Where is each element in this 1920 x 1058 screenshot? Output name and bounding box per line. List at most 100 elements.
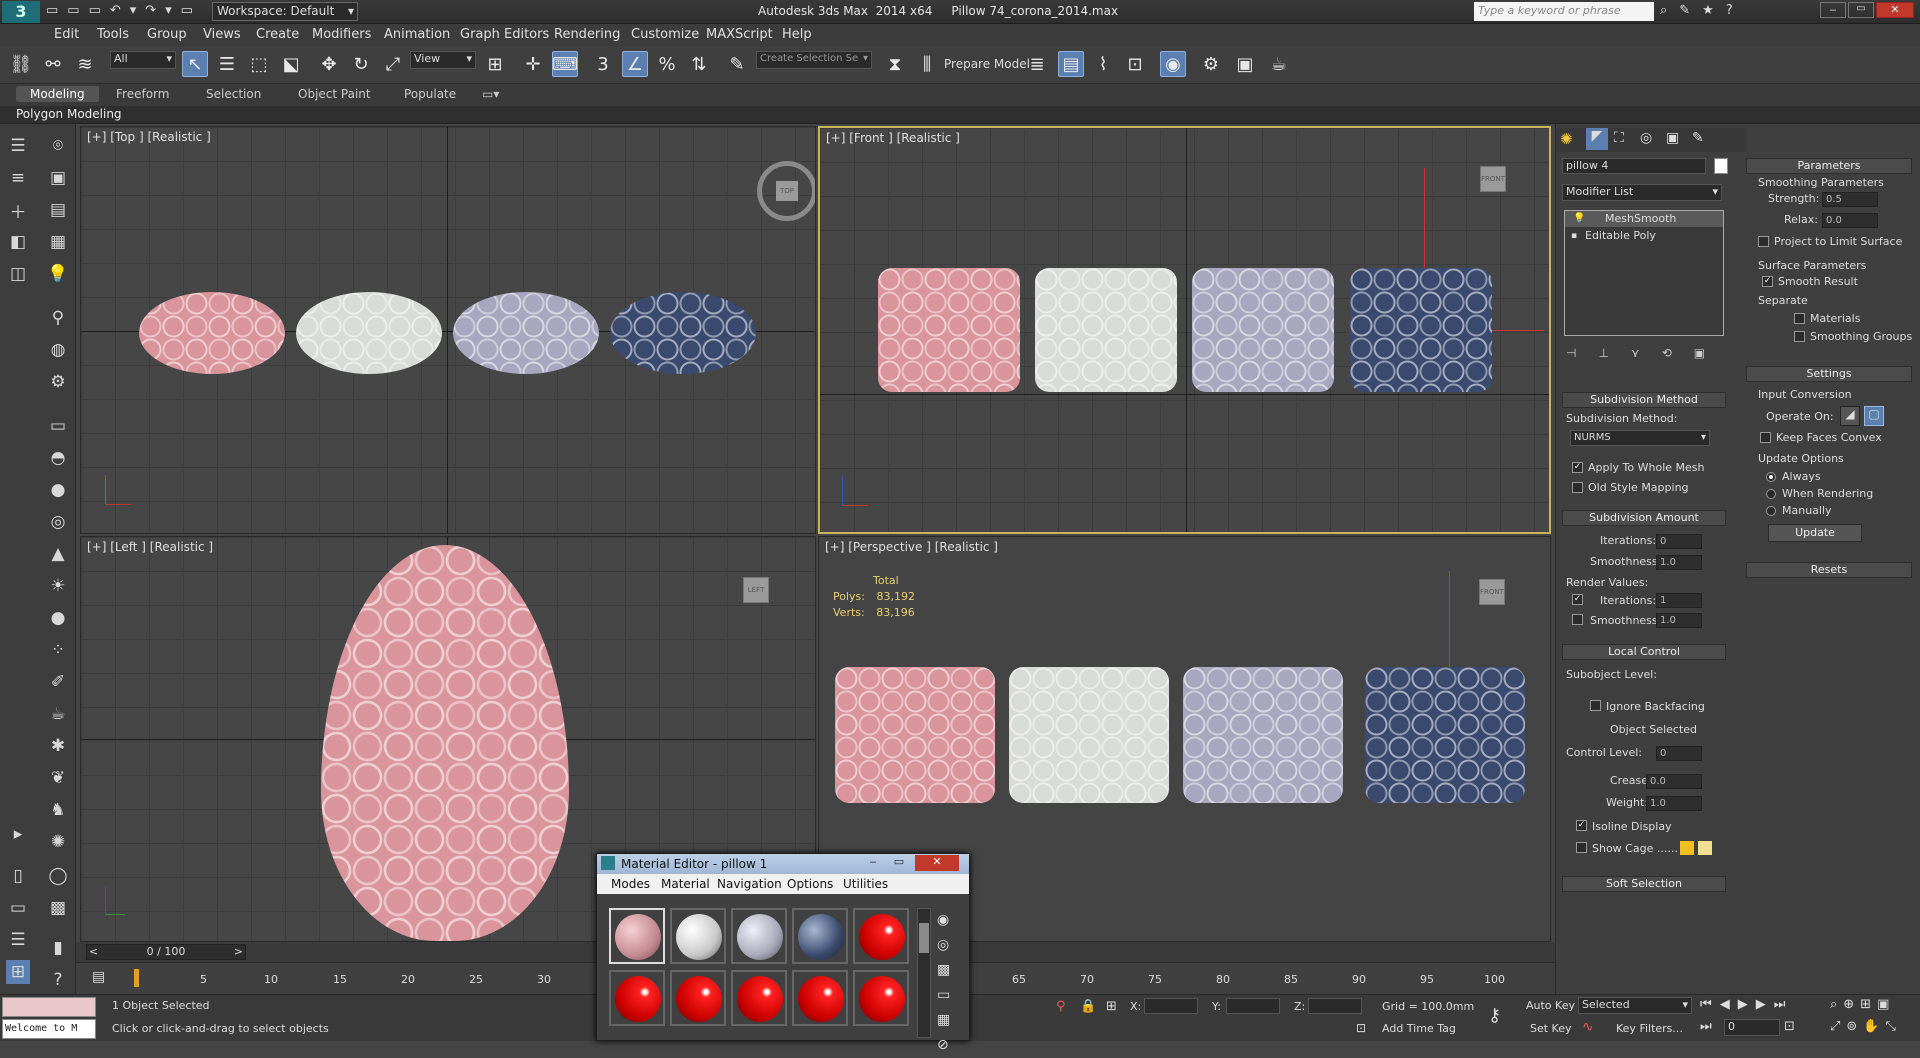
film-icon[interactable]: ⚲ xyxy=(46,306,70,330)
smoothness-spinner[interactable]: 1.0 xyxy=(1656,555,1702,570)
lightbulb-icon[interactable]: 💡 xyxy=(1573,211,1585,227)
schematic-view-icon[interactable]: ⊡ xyxy=(1122,51,1148,77)
viewport-front[interactable]: [+] [Front ] [Realistic ] FRONT xyxy=(818,126,1551,534)
display-tab-icon[interactable]: ▣ xyxy=(1666,130,1679,146)
image-icon[interactable]: ▣ xyxy=(46,166,70,190)
layout-three-icon[interactable]: ☰ xyxy=(6,928,30,952)
spinner-snap-icon[interactable]: ⇅ xyxy=(686,51,712,77)
unlink-icon[interactable]: ⚯ xyxy=(40,51,66,77)
maximize-button[interactable]: ▭ xyxy=(1848,2,1874,18)
tab-selection[interactable]: Selection xyxy=(206,87,261,101)
light-bulb-icon[interactable]: 💡 xyxy=(46,262,70,286)
viewport-left-label[interactable]: [+] [Left ] [Realistic ] xyxy=(87,540,213,554)
curve-editor-mini-icon[interactable]: ▤ xyxy=(92,969,105,985)
bind-spacewarp-icon[interactable]: ≋ xyxy=(72,51,98,77)
pillow-1-top[interactable] xyxy=(139,292,285,374)
pillow-2-persp[interactable] xyxy=(1009,667,1169,803)
render-smoothness-checkbox[interactable] xyxy=(1572,614,1583,625)
material-slot-1[interactable] xyxy=(609,908,665,964)
mirror-icon[interactable]: ⧗ xyxy=(882,51,908,77)
pillow-2-front[interactable] xyxy=(1035,268,1177,392)
object-name-field[interactable]: pillow 4 xyxy=(1562,158,1706,174)
stack-icon[interactable]: ◫ xyxy=(6,262,30,286)
viewport-navigation-icons-2[interactable]: ⤢⊚✋⤡ xyxy=(1830,1019,1902,1034)
lock-icon[interactable]: 🔒 xyxy=(1080,999,1096,1014)
apply-whole-mesh-checkbox[interactable]: ✓ xyxy=(1572,462,1583,473)
teapot-icon[interactable]: ☕ xyxy=(46,702,70,726)
layout-four-icon[interactable]: ⊞ xyxy=(6,960,30,984)
set-key-curve-icon[interactable]: ∿ xyxy=(1582,1019,1594,1035)
strength-spinner[interactable]: 0.5 xyxy=(1822,192,1878,207)
maxscript-mini-listener[interactable]: Welcome to M xyxy=(2,1019,96,1039)
material-slots-scrollbar[interactable] xyxy=(917,908,931,1038)
menu-modes[interactable]: Modes xyxy=(611,877,650,891)
material-editor-titlebar[interactable]: Material Editor - pillow 1 ‒ ▭ ✕ xyxy=(597,854,969,874)
select-layer-icon[interactable]: ◧ xyxy=(6,230,30,254)
tab-object-paint[interactable]: Object Paint xyxy=(298,87,371,101)
y-coordinate-field[interactable] xyxy=(1226,998,1280,1014)
select-object-icon[interactable]: ↖ xyxy=(182,51,208,77)
cage-color-1-swatch[interactable] xyxy=(1680,841,1694,855)
expand-arrow-icon[interactable]: ▸ xyxy=(6,822,30,846)
viewport-top[interactable]: [+] [Top ] [Realistic ] TOP xyxy=(80,126,816,534)
material-slot-3[interactable] xyxy=(731,908,787,964)
project-limit-checkbox[interactable] xyxy=(1758,236,1769,247)
stack-tools-icons[interactable]: ⊣⊥⋎⟲▣ xyxy=(1566,346,1727,360)
viewcube-top[interactable]: TOP xyxy=(757,161,815,221)
close-button[interactable]: ✕ xyxy=(915,855,959,871)
grid-icon[interactable]: ▦ xyxy=(46,230,70,254)
layers-icon[interactable]: ☰ xyxy=(6,134,30,158)
rectangular-selection-icon[interactable]: ⬚ xyxy=(246,51,272,77)
materials-checkbox[interactable] xyxy=(1794,313,1805,324)
key-icon[interactable]: ⚷ xyxy=(1488,1005,1501,1026)
selection-filter-dropdown[interactable]: All ▾ xyxy=(110,51,176,69)
viewport-front-label[interactable]: [+] [Front ] [Realistic ] xyxy=(826,131,960,145)
snaps-toggle-icon[interactable]: 3 xyxy=(590,51,616,77)
control-level-spinner[interactable]: 0 xyxy=(1656,746,1702,761)
menu-create[interactable]: Create xyxy=(256,27,299,42)
align-icon[interactable]: ⫼ xyxy=(914,51,940,77)
motion-tab-icon[interactable]: ◎ xyxy=(1640,130,1652,146)
render-iterations-checkbox[interactable]: ✓ xyxy=(1572,594,1583,605)
material-slot-9[interactable] xyxy=(792,970,848,1026)
material-slot-6[interactable] xyxy=(609,970,665,1026)
rotate-icon[interactable]: ↻ xyxy=(348,51,374,77)
material-editor-icon[interactable]: ◉ xyxy=(1160,51,1186,77)
device-icon[interactable]: ▮ xyxy=(46,936,70,960)
crease-spinner[interactable]: 0.0 xyxy=(1646,774,1702,789)
material-editor-window[interactable]: Material Editor - pillow 1 ‒ ▭ ✕ Modes M… xyxy=(596,853,970,1053)
key-mode-dropdown[interactable]: Selected ▾ xyxy=(1578,997,1692,1014)
layout-two-icon[interactable]: ▭ xyxy=(6,896,30,920)
isolate-icon[interactable]: ⚲ xyxy=(1056,999,1066,1014)
operate-polygon-icon[interactable]: ▢ xyxy=(1864,406,1884,426)
stack-item-editable-poly[interactable]: ▪ Editable Poly xyxy=(1565,228,1723,244)
viewcube-front[interactable]: FRONT xyxy=(1480,166,1506,192)
update-button[interactable]: Update xyxy=(1768,524,1862,542)
cage-color-2-swatch[interactable] xyxy=(1698,841,1712,855)
keep-faces-convex-checkbox[interactable] xyxy=(1760,432,1771,443)
modifier-list-dropdown[interactable]: Modifier List ▾ xyxy=(1562,184,1722,201)
material-slot-5[interactable] xyxy=(853,908,909,964)
subdivision-method-dropdown[interactable]: NURMS ▾ xyxy=(1570,430,1710,446)
time-config-icon[interactable]: ⊡ xyxy=(1784,1019,1795,1034)
viewcube-perspective[interactable]: FRONT xyxy=(1479,579,1505,605)
key-mode-toggle-icon[interactable]: ⏭ xyxy=(1700,1019,1712,1034)
manually-radio[interactable] xyxy=(1766,506,1776,516)
tab-populate[interactable]: Populate xyxy=(404,87,456,101)
workspace-dropdown[interactable]: Workspace: Default ▾ xyxy=(212,2,358,21)
layers-alt-icon[interactable]: ≡ xyxy=(6,166,30,190)
x-coordinate-field[interactable] xyxy=(1144,998,1198,1014)
reference-coordinate-dropdown[interactable]: View ▾ xyxy=(410,51,476,69)
viewport-navigation-icons[interactable]: ⌕⊕⊞▣ xyxy=(1830,997,1895,1012)
modify-tab-icon[interactable]: ◤ xyxy=(1586,128,1608,150)
current-frame-field[interactable]: 0 xyxy=(1724,1019,1780,1036)
rollout-subdivision-amount[interactable]: Subdivision Amount xyxy=(1562,510,1726,526)
minimize-button[interactable]: ‒ xyxy=(861,855,885,871)
ignore-backfacing-checkbox[interactable] xyxy=(1590,700,1601,711)
search-input[interactable]: Type a keyword or phrase xyxy=(1474,2,1654,21)
menu-graph-editors[interactable]: Graph Editors xyxy=(460,27,549,42)
rollout-local-control[interactable]: Local Control xyxy=(1562,644,1726,660)
quick-access-icons[interactable]: ▭▭▭↶▾↷▾▭ xyxy=(46,3,202,18)
render-production-icon[interactable]: ☕ xyxy=(1266,51,1292,77)
list-icon[interactable]: ▤ xyxy=(46,198,70,222)
